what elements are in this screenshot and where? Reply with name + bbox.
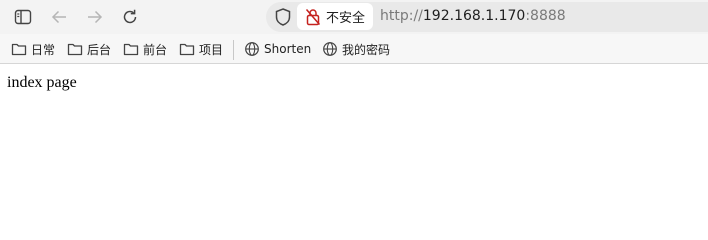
refresh-button[interactable] <box>118 5 142 29</box>
shield-icon[interactable] <box>274 7 292 27</box>
arrow-left-icon <box>51 10 66 24</box>
bookmark-label: 项目 <box>199 42 224 57</box>
folder-icon <box>123 43 139 56</box>
page-content: index page <box>0 65 708 206</box>
not-secure-lock-icon <box>305 8 321 25</box>
bookmark-folder-frontend[interactable]: 前台 <box>123 39 167 59</box>
security-label: 不安全 <box>326 11 366 26</box>
url-scheme: http:// <box>380 8 423 24</box>
arrow-right-icon <box>88 10 103 24</box>
sidebar-toggle-icon <box>14 9 32 25</box>
bookmark-folder-projects[interactable]: 项目 <box>179 39 223 59</box>
sidebar-toggle-button[interactable] <box>11 5 35 29</box>
browser-toolbar: 不安全 http://192.168.1.170:8888 <box>0 0 708 34</box>
bookmark-label: 我的密码 <box>342 42 391 57</box>
bookmarks-separator <box>233 40 234 60</box>
url-text[interactable]: http://192.168.1.170:8888 <box>380 7 566 25</box>
folder-icon <box>179 43 195 56</box>
bookmark-label: 后台 <box>87 42 112 57</box>
folder-icon <box>67 43 83 56</box>
bookmark-label: 前台 <box>143 42 168 57</box>
globe-icon <box>323 42 337 56</box>
bookmark-folder-daily[interactable]: 日常 <box>11 39 55 59</box>
bookmark-my-passwords[interactable]: 我的密码 <box>322 39 390 59</box>
bookmark-shorten[interactable]: Shorten <box>244 39 311 59</box>
page-body-text: index page <box>7 74 77 91</box>
site-security-button[interactable]: 不安全 <box>297 3 373 30</box>
globe-icon <box>245 42 259 56</box>
bookmark-folder-backend[interactable]: 后台 <box>67 39 111 59</box>
refresh-icon <box>123 9 137 24</box>
bookmark-label: 日常 <box>31 42 56 57</box>
bookmark-label: Shorten <box>264 42 312 56</box>
folder-icon <box>11 43 27 56</box>
url-host: 192.168.1.170 <box>422 8 526 24</box>
forward-button[interactable] <box>83 5 107 29</box>
url-port: :8888 <box>525 8 566 24</box>
back-button[interactable] <box>47 5 71 29</box>
